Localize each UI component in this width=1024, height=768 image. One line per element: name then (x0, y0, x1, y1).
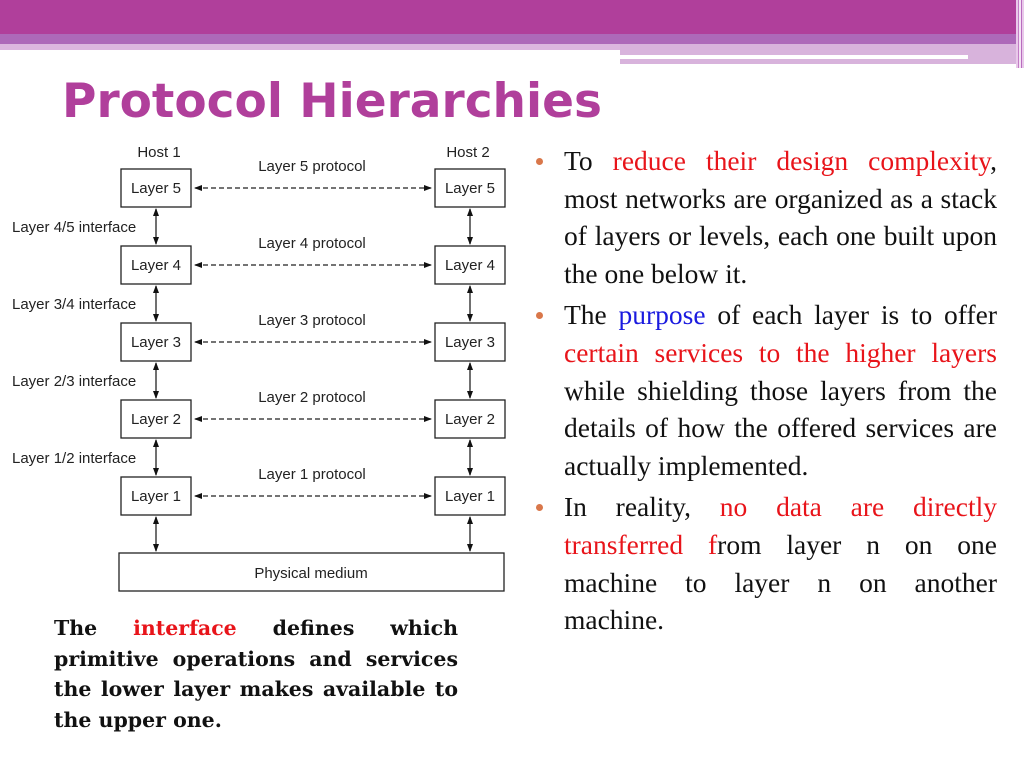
interface-label: Layer 3/4 interface (12, 296, 136, 313)
bullet-dot-icon (536, 312, 543, 320)
bullet-text-segment: while shielding those layers from the de… (564, 374, 997, 481)
protocol-stack-diagram: Host 1 Host 2 Layer 5 Layer 5 Layer 5 prot… (12, 144, 506, 592)
protocol-label: Layer 3 protocol (258, 312, 366, 329)
host2-label: Host 2 (446, 144, 489, 161)
header-band-light-right (620, 44, 1024, 64)
header-band-line-short (843, 64, 1024, 68)
bullet-text-segment: reduce their design complexity (612, 145, 991, 176)
layer-box-label: Layer 3 (131, 334, 181, 351)
caption-highlight: interface (133, 616, 237, 640)
protocol-label: Layer 4 protocol (258, 235, 366, 252)
physical-medium-label: Physical medium (254, 565, 367, 582)
protocol-label: Layer 1 protocol (258, 466, 366, 483)
bullet-item: In reality, no data are directly transfe… (532, 488, 997, 638)
bullet-text-segment: certain services to the higher layers (564, 336, 997, 368)
header-band (0, 0, 1024, 34)
bullet-text-segment: The (564, 299, 619, 331)
bullet-text-segment: To (564, 145, 613, 176)
interface-label: Layer 4/5 interface (12, 219, 136, 236)
header-band-secondary (0, 34, 1024, 44)
layer-box-label: Layer 5 (445, 180, 495, 197)
caption-pre: The (54, 616, 134, 640)
slide-title: Protocol Hierarchies (62, 74, 602, 129)
bullet-text-segment: In reality, (564, 491, 720, 523)
layer-box-label: Layer 3 (445, 334, 495, 351)
bullet-dot-icon (536, 158, 543, 165)
layer-box-label: Layer 2 (131, 411, 181, 428)
host1-label: Host 1 (137, 144, 180, 161)
header-stripes (1016, 0, 1024, 68)
bullet-text-segment: of each layer is to offer (705, 299, 997, 331)
header-band-light (0, 44, 620, 50)
layer-box-label: Layer 4 (445, 257, 495, 274)
interface-label: Layer 2/3 interface (12, 373, 136, 390)
header-band-line (620, 55, 968, 59)
interface-label: Layer 1/2 interface (12, 450, 136, 467)
bullet-item: The purpose of each layer is to offer ce… (532, 296, 997, 484)
layer-box-label: Layer 2 (445, 411, 495, 428)
layer-box-label: Layer 1 (131, 488, 181, 505)
bullet-text-segment: purpose (618, 299, 706, 331)
protocol-label: Layer 5 protocol (258, 158, 366, 175)
interface-caption: The interface defines which primitive op… (54, 613, 458, 735)
layer-box-label: Layer 5 (131, 180, 181, 197)
bullet-item: To reduce their design complexity, most … (532, 142, 997, 292)
bullet-list: To reduce their design complexity, most … (532, 142, 997, 643)
protocol-label: Layer 2 protocol (258, 389, 366, 406)
layer-box-label: Layer 4 (131, 257, 181, 274)
bullet-dot-icon (536, 504, 543, 512)
layer-box-label: Layer 1 (445, 488, 495, 505)
